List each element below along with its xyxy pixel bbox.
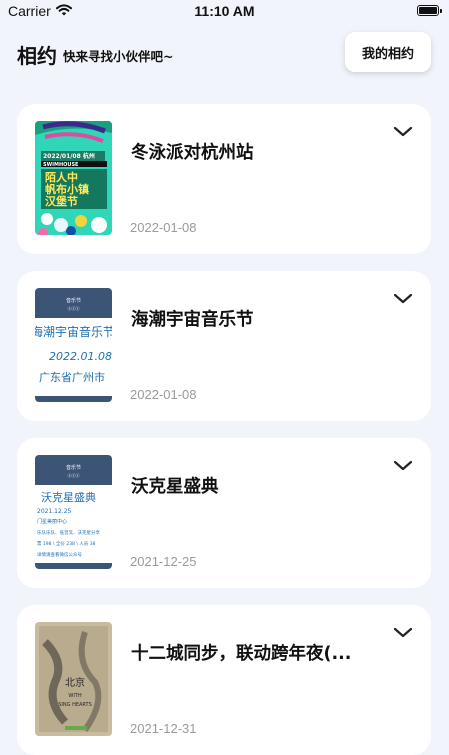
page-title: 相约 (17, 44, 57, 68)
svg-text:ⓔⓢⓢ: ⓔⓢⓢ (68, 472, 80, 478)
poster-text: 陌人中 (45, 170, 78, 184)
poster-text: 2021.12.25 (37, 508, 72, 515)
poster-text: 北京 (65, 676, 85, 689)
status-bar: Carrier 11:10 AM (0, 0, 449, 24)
poster-text: 2022/01/08 杭州 (43, 152, 95, 160)
poster-text: 广东省广州市 (39, 370, 105, 384)
poster-text: 乐队乐队、低音叉、沃克星分享 (37, 529, 100, 536)
poster-text: 海潮宇宙音乐节 (35, 324, 112, 339)
chevron-down-icon[interactable] (392, 459, 414, 473)
event-title: 十二城同步，联动跨年夜(... (131, 644, 352, 664)
event-poster: 音乐节 ⓔⓢⓢ 沃克星盛典 2021.12.25 门星美丽中心 乐队乐队、低音叉… (35, 455, 112, 569)
poster-text: 门星美丽中心 (37, 518, 67, 525)
event-title: 海潮宇宙音乐节 (131, 310, 254, 330)
event-poster: 2022/01/08 杭州 SWIMHOUSE 陌人中 帆布小镇 汉堡节 (35, 121, 112, 235)
clock: 11:10 AM (194, 3, 255, 19)
poster-text: 沃克星盛典 (41, 490, 96, 504)
poster-text: 帆布小镇 (45, 182, 89, 196)
poster-text: SING HEARTS (58, 702, 92, 708)
event-card[interactable]: 音乐节 ⓔⓢⓢ 海潮宇宙音乐节 2022.01.08- 广东省广州市 海潮宇宙音… (17, 271, 431, 421)
event-date: 2022-01-08 (130, 220, 197, 235)
event-card[interactable]: 2022/01/08 杭州 SWIMHOUSE 陌人中 帆布小镇 汉堡节 冬泳派… (17, 104, 431, 254)
poster-text: 2022.01.08- (49, 350, 112, 363)
event-poster: 北京 WITH SING HEARTS (35, 622, 112, 736)
my-appointments-button[interactable]: 我的相约 (345, 32, 431, 72)
poster-text: 音乐节 (66, 464, 81, 471)
poster-text: 详情请查看微信公众号 (37, 551, 82, 558)
poster-text: 票 198 \ 全价 238 \ 人员 38 (37, 540, 96, 547)
page-header: 相约 快来寻找小伙伴吧~ 我的相约 (0, 24, 449, 84)
battery-icon (417, 5, 442, 16)
event-card[interactable]: 音乐节 ⓔⓢⓢ 沃克星盛典 2021.12.25 门星美丽中心 乐队乐队、低音叉… (17, 438, 431, 588)
page-subtitle: 快来寻找小伙伴吧~ (63, 49, 174, 64)
event-title: 冬泳派对杭州站 (131, 143, 254, 163)
poster-text: WITH (68, 693, 81, 699)
svg-text:ⓔⓢⓢ: ⓔⓢⓢ (68, 305, 80, 311)
chevron-down-icon[interactable] (392, 125, 414, 139)
event-card[interactable]: 北京 WITH SING HEARTS 十二城同步，联动跨年夜(... 2021… (17, 605, 431, 755)
poster-text: 音乐节 (66, 297, 81, 304)
event-title: 沃克星盛典 (131, 477, 219, 497)
event-poster: 音乐节 ⓔⓢⓢ 海潮宇宙音乐节 2022.01.08- 广东省广州市 (35, 288, 112, 402)
poster-text: SWIMHOUSE (43, 162, 79, 168)
chevron-down-icon[interactable] (392, 626, 414, 640)
poster-text: 汉堡节 (45, 194, 78, 208)
event-date: 2021-12-31 (130, 721, 197, 736)
event-date: 2021-12-25 (130, 554, 197, 569)
event-date: 2022-01-08 (130, 387, 197, 402)
chevron-down-icon[interactable] (392, 292, 414, 306)
